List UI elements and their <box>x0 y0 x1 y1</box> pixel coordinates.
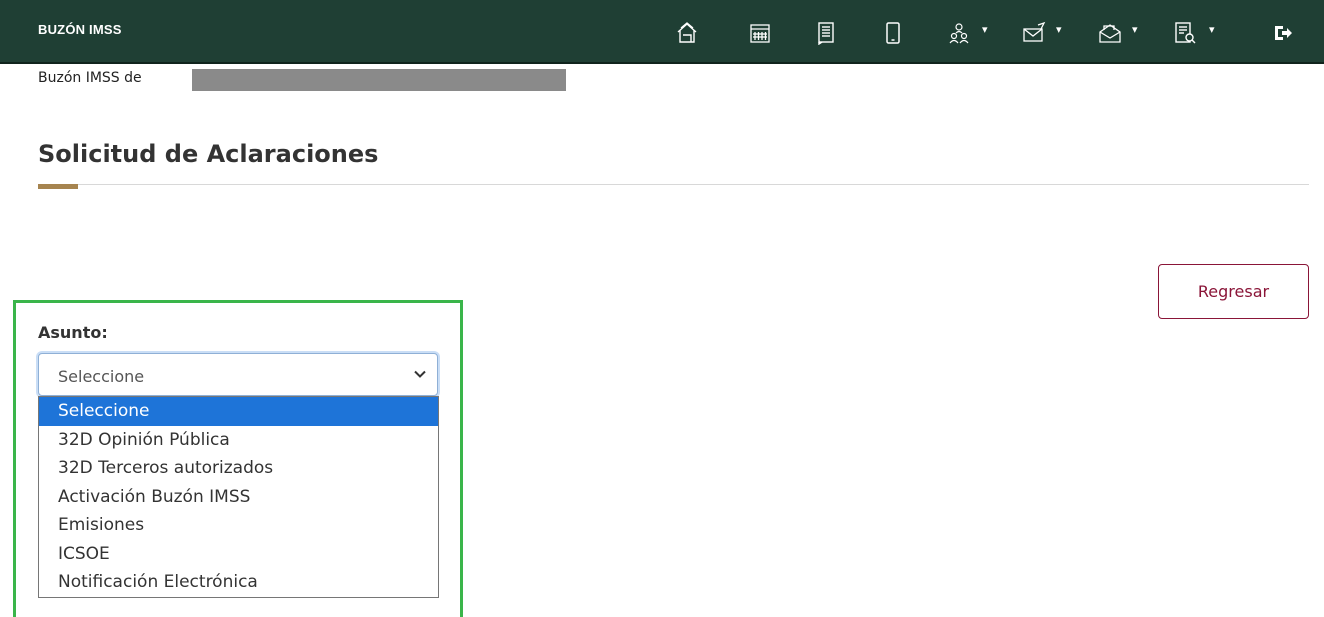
subject-select[interactable]: Seleccione <box>38 353 438 396</box>
back-button[interactable]: Regresar <box>1158 264 1309 319</box>
open-mail-icon[interactable] <box>1097 20 1123 46</box>
envelope-caret-icon[interactable]: ▾ <box>1056 23 1062 36</box>
subject-select-value: Seleccione <box>58 367 145 386</box>
calendar-icon[interactable] <box>747 20 773 46</box>
option-32d-terceros-autorizados[interactable]: 32D Terceros autorizados <box>39 454 438 483</box>
home-icon[interactable] <box>674 20 700 46</box>
open-mail-caret-icon[interactable]: ▾ <box>1132 23 1138 36</box>
option-32d-opinion-publica[interactable]: 32D Opinión Pública <box>39 426 438 455</box>
mailbox-owner-label: Buzón IMSS de <box>38 70 142 86</box>
option-icsoe[interactable]: ICSOE <box>39 540 438 569</box>
document-icon[interactable] <box>813 20 839 46</box>
users-caret-icon[interactable]: ▾ <box>982 23 988 36</box>
envelope-icon[interactable] <box>1021 20 1047 46</box>
document-search-icon[interactable] <box>1172 20 1198 46</box>
option-seleccione[interactable]: Seleccione <box>39 397 438 426</box>
page-title: Solicitud de Aclaraciones <box>38 140 379 168</box>
option-notificacion-electronica[interactable]: Notificación Electrónica <box>39 568 438 597</box>
brand-title: BUZÓN IMSS <box>38 22 122 37</box>
chevron-down-icon <box>414 370 426 378</box>
document-search-caret-icon[interactable]: ▾ <box>1209 23 1215 36</box>
title-accent-bar <box>38 184 78 189</box>
logout-icon[interactable] <box>1270 20 1296 46</box>
redacted-owner-name <box>192 69 566 91</box>
option-activacion-buzon-imss[interactable]: Activación Buzón IMSS <box>39 483 438 512</box>
users-icon[interactable] <box>946 20 972 46</box>
subject-label: Asunto: <box>38 323 108 342</box>
mobile-icon[interactable] <box>880 20 906 46</box>
subject-options-list: Seleccione 32D Opinión Pública 32D Terce… <box>38 396 439 598</box>
option-emisiones[interactable]: Emisiones <box>39 511 438 540</box>
title-divider <box>38 184 1309 185</box>
top-navbar: BUZÓN IMSS ▾ ▾ ▾ ▾ <box>0 0 1324 64</box>
